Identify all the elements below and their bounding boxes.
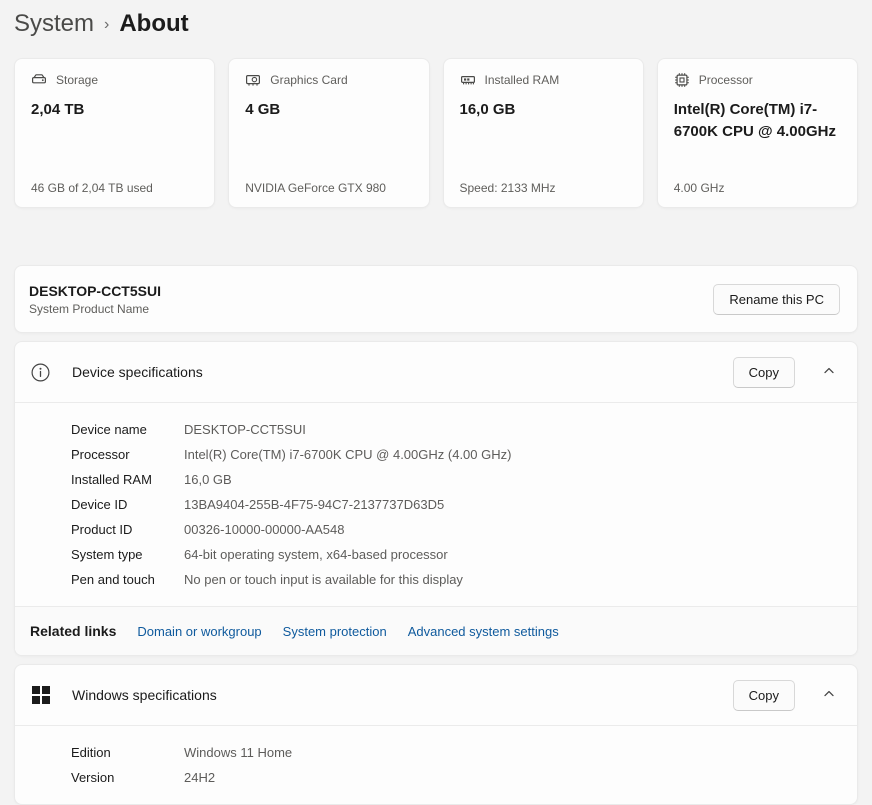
stat-cards-row: Storage 2,04 TB 46 GB of 2,04 TB used Gr… xyxy=(14,58,858,208)
processor-value: Intel(R) Core(TM) i7-6700K CPU @ 4.00GHz xyxy=(673,101,836,140)
processor-detail: 4.00 GHz xyxy=(673,181,725,195)
storage-icon xyxy=(31,72,47,88)
spec-row-installed-ram: Installed RAM 16,0 GB xyxy=(71,467,841,492)
ram-icon xyxy=(460,72,476,88)
spec-value: DESKTOP-CCT5SUI xyxy=(184,422,306,437)
related-links-label: Related links xyxy=(30,623,117,639)
spec-value: No pen or touch input is available for t… xyxy=(184,572,463,587)
storage-card-label: Storage xyxy=(56,73,99,87)
breadcrumb-separator-icon: › xyxy=(104,16,110,33)
device-specifications-header[interactable]: Device specifications Copy xyxy=(15,342,857,402)
about-page: System › About Storage 2,04 TB 46 GB of … xyxy=(0,0,872,805)
windows-specifications-body: Edition Windows 11 Home Version 24H2 xyxy=(15,725,857,804)
spec-value: Intel(R) Core(TM) i7-6700K CPU @ 4.00GHz… xyxy=(184,447,512,462)
spec-row-system-type: System type 64-bit operating system, x64… xyxy=(71,542,841,567)
installed-ram-label: Installed RAM xyxy=(484,73,560,87)
installed-ram-detail: Speed: 2133 MHz xyxy=(459,181,556,195)
graphics-card-label: Graphics Card xyxy=(270,73,348,87)
spec-label: System type xyxy=(71,547,143,562)
spec-label: Edition xyxy=(71,745,111,760)
spec-row-processor: Processor Intel(R) Core(TM) i7-6700K CPU… xyxy=(71,442,841,467)
spec-label: Device ID xyxy=(71,497,128,512)
spec-row-pen-and-touch: Pen and touch No pen or touch input is a… xyxy=(71,567,841,592)
device-specs-copy-button[interactable]: Copy xyxy=(732,356,795,388)
device-name-card: DESKTOP-CCT5SUI System Product Name Rena… xyxy=(14,265,858,333)
domain-or-workgroup-link[interactable]: Domain or workgroup xyxy=(137,624,261,639)
windows-specs-copy-button[interactable]: Copy xyxy=(732,679,795,711)
spec-label: Version xyxy=(71,770,115,785)
storage-card-value: 2,04 TB xyxy=(31,101,85,118)
advanced-system-settings-link[interactable]: Advanced system settings xyxy=(408,624,559,639)
gpu-icon xyxy=(245,72,261,88)
spec-row-device-name: Device name DESKTOP-CCT5SUI xyxy=(71,417,841,442)
spec-row-device-id: Device ID 13BA9404-255B-4F75-94C7-213773… xyxy=(71,492,841,517)
spec-row-edition: Edition Windows 11 Home xyxy=(71,740,841,765)
storage-card-detail: 46 GB of 2,04 TB used xyxy=(31,181,153,195)
processor-icon xyxy=(674,72,690,88)
spec-value: 13BA9404-255B-4F75-94C7-2137737D63D5 xyxy=(184,497,445,512)
graphics-card-detail: NVIDIA GeForce GTX 980 xyxy=(245,181,386,195)
chevron-up-icon xyxy=(823,688,835,703)
spec-row-product-id: Product ID 00326-10000-00000-AA548 xyxy=(71,517,841,542)
device-specifications-body: Device name DESKTOP-CCT5SUI Processor In… xyxy=(15,402,857,606)
graphics-card-card: Graphics Card 4 GB NVIDIA GeForce GTX 98… xyxy=(228,58,430,208)
rename-pc-button[interactable]: Rename this PC xyxy=(713,283,840,315)
device-name: DESKTOP-CCT5SUI xyxy=(29,282,161,299)
device-specifications-expander: Device specifications Copy Device name D… xyxy=(14,341,858,656)
breadcrumb: System › About xyxy=(14,8,858,40)
spec-label: Product ID xyxy=(71,522,133,537)
processor-label: Processor xyxy=(698,73,753,87)
processor-header: Processor xyxy=(674,72,841,88)
system-protection-link[interactable]: System protection xyxy=(283,624,387,639)
spec-value: 00326-10000-00000-AA548 xyxy=(184,522,345,537)
spec-value: 64-bit operating system, x64-based proce… xyxy=(184,547,448,562)
spec-label: Pen and touch xyxy=(71,572,155,587)
windows-logo-icon xyxy=(31,686,50,704)
device-product-name: System Product Name xyxy=(29,301,150,316)
windows-specifications-header[interactable]: Windows specifications Copy xyxy=(15,665,857,725)
windows-specifications-expander: Windows specifications Copy Edition Wind… xyxy=(14,664,858,805)
windows-specifications-title: Windows specifications xyxy=(72,687,217,703)
spec-value: Windows 11 Home xyxy=(184,745,293,760)
breadcrumb-system[interactable]: System xyxy=(14,10,94,38)
spec-label: Device name xyxy=(71,422,147,437)
spec-value: 16,0 GB xyxy=(184,472,232,487)
graphics-card-header: Graphics Card xyxy=(245,72,412,88)
related-links-row: Related links Domain or workgroup System… xyxy=(15,606,857,655)
info-icon xyxy=(31,363,50,382)
processor-card: Processor Intel(R) Core(TM) i7-6700K CPU… xyxy=(656,58,858,208)
device-name-block: DESKTOP-CCT5SUI System Product Name xyxy=(29,283,161,316)
breadcrumb-about: About xyxy=(119,10,189,37)
windows-specs-collapse-button[interactable] xyxy=(817,682,841,709)
chevron-up-icon xyxy=(823,365,835,380)
graphics-card-value: 4 GB xyxy=(245,101,281,118)
installed-ram-value: 16,0 GB xyxy=(459,101,516,118)
device-specs-collapse-button[interactable] xyxy=(817,359,841,386)
installed-ram-header: Installed RAM xyxy=(460,72,627,88)
installed-ram-card: Installed RAM 16,0 GB Speed: 2133 MHz xyxy=(442,58,644,208)
spec-label: Processor xyxy=(71,447,130,462)
spec-row-version: Version 24H2 xyxy=(71,765,841,790)
spec-value: 24H2 xyxy=(184,770,216,785)
storage-card-header: Storage xyxy=(31,72,198,88)
device-specifications-title: Device specifications xyxy=(72,364,203,380)
storage-card: Storage 2,04 TB 46 GB of 2,04 TB used xyxy=(14,58,216,208)
spec-label: Installed RAM xyxy=(71,472,152,487)
